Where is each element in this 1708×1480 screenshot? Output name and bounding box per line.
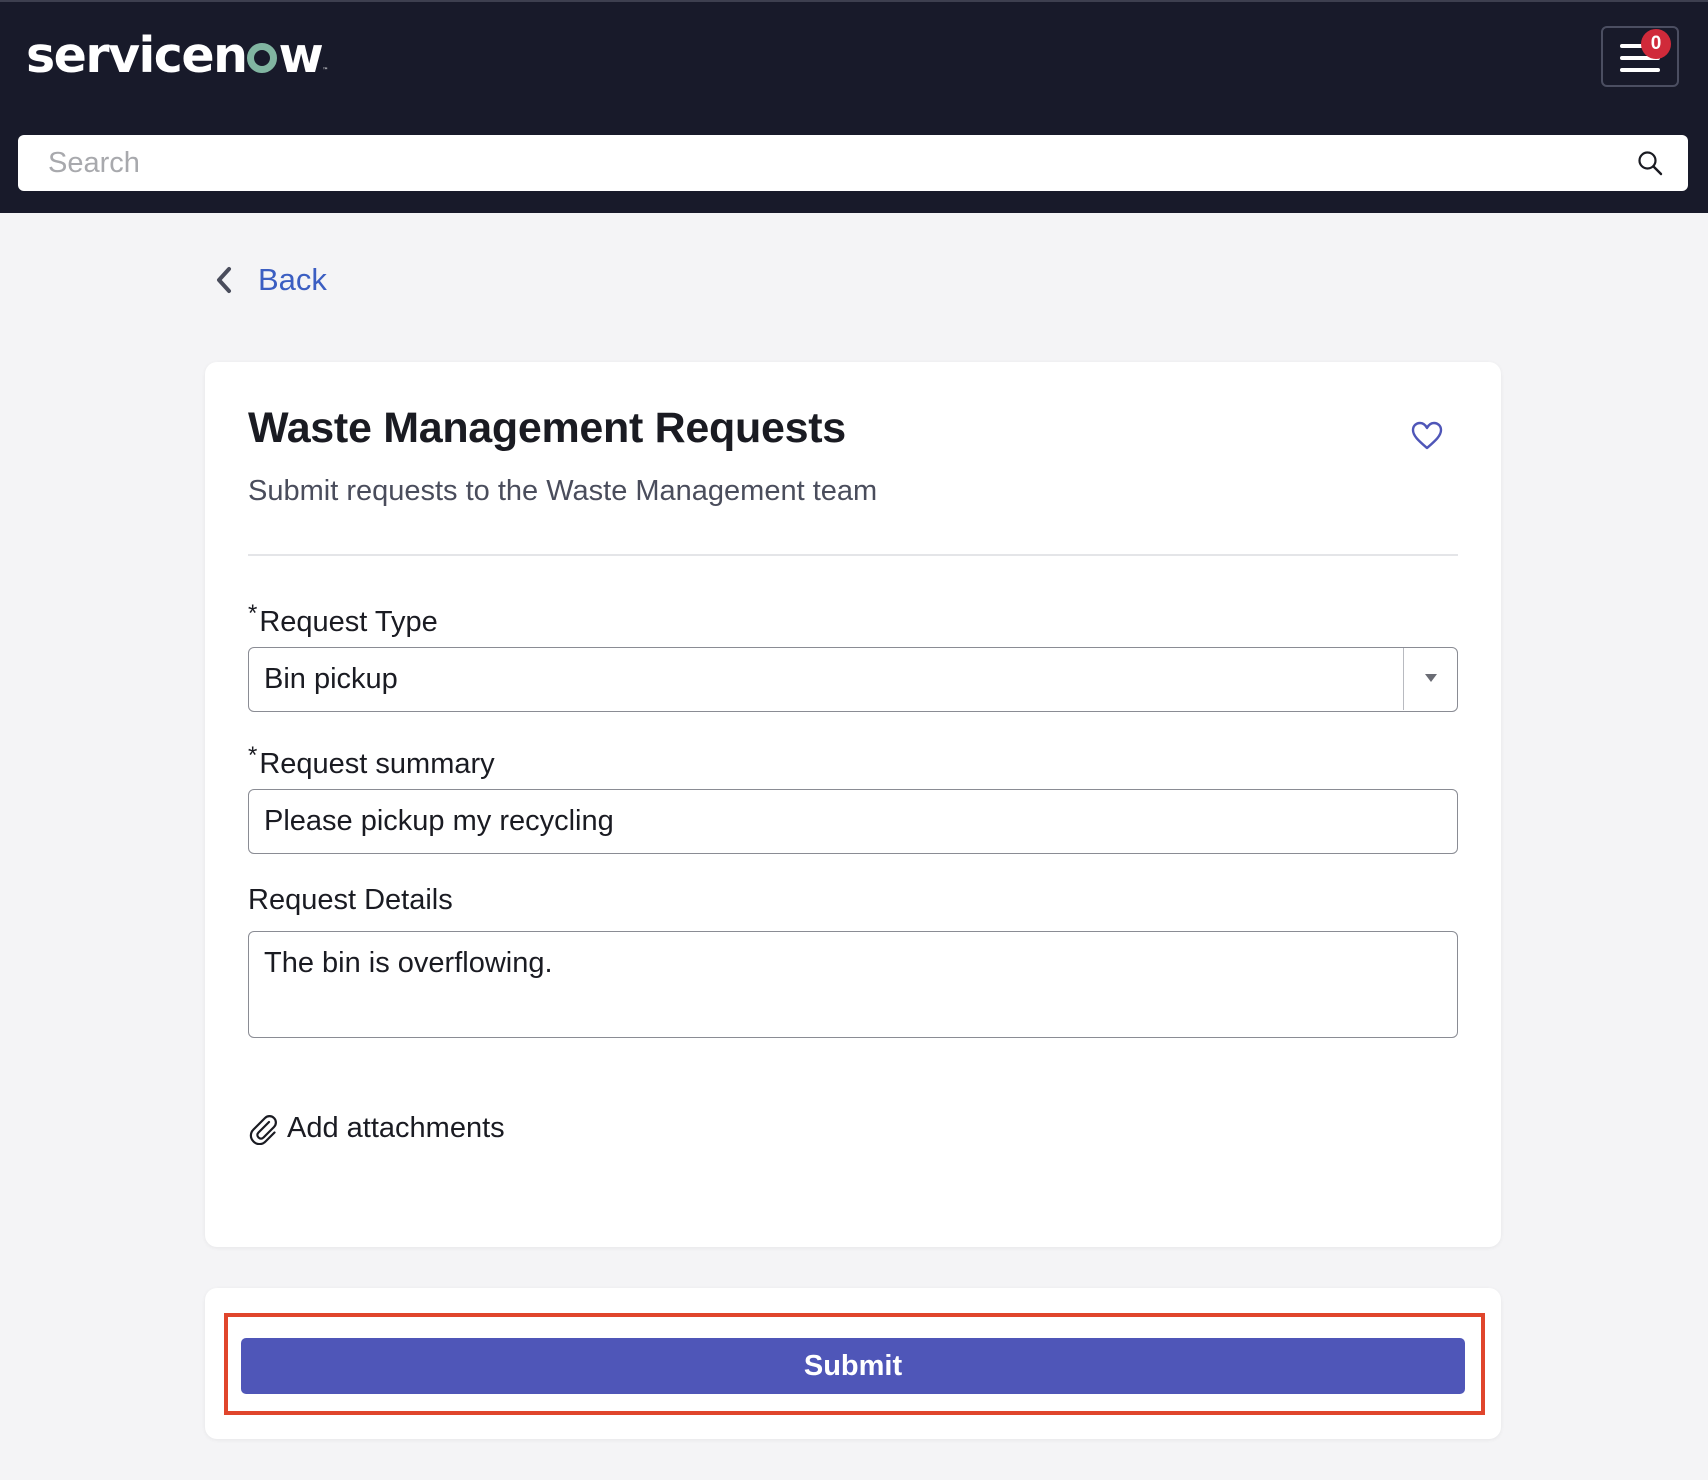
back-label: Back — [258, 262, 327, 297]
request-type-label: *Request Type — [248, 600, 438, 639]
page-title: Waste Management Requests — [248, 404, 846, 452]
add-attachments-link[interactable]: Add attachments — [248, 1112, 505, 1145]
add-attachments-label: Add attachments — [287, 1112, 505, 1144]
submit-button[interactable]: Submit — [241, 1338, 1465, 1394]
required-marker: * — [248, 742, 258, 769]
page-subtitle: Submit requests to the Waste Management … — [248, 475, 878, 507]
back-link[interactable]: Back — [212, 260, 327, 300]
paperclip-icon — [249, 1114, 277, 1145]
caret-down-icon — [1425, 674, 1437, 682]
search-icon[interactable] — [1636, 149, 1664, 177]
servicenow-logo[interactable]: servicen w™ — [26, 30, 328, 97]
request-details-textarea[interactable]: The bin is overflowing. — [248, 931, 1458, 1038]
heart-icon[interactable] — [1410, 420, 1444, 452]
chevron-left-icon — [217, 267, 231, 293]
top-header: servicen w™ 0 — [0, 0, 1708, 213]
logo-text-start: servicen — [26, 27, 248, 84]
request-summary-label: *Request summary — [248, 742, 495, 781]
logo-o-ring — [247, 43, 278, 73]
logo-trademark: ™ — [322, 67, 329, 74]
dropdown-toggle[interactable] — [1403, 648, 1457, 710]
request-type-value: Bin pickup — [264, 663, 398, 695]
search-bar — [18, 135, 1688, 191]
request-type-select[interactable]: Bin pickup — [248, 647, 1458, 712]
request-details-label: Request Details — [248, 884, 453, 916]
request-summary-label-text: Request summary — [259, 748, 495, 780]
request-summary-input[interactable] — [248, 789, 1458, 854]
search-input[interactable] — [18, 135, 1618, 191]
request-form-card: Waste Management Requests Submit request… — [205, 362, 1501, 1247]
request-type-label-text: Request Type — [259, 606, 438, 638]
required-marker: * — [248, 600, 258, 627]
logo-text-end: w — [278, 27, 323, 84]
notification-badge: 0 — [1641, 29, 1671, 59]
divider — [248, 554, 1458, 556]
